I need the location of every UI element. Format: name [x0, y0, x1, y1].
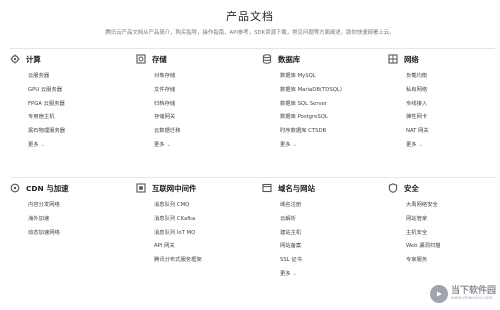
doc-link[interactable]: 数据库 MySQL [280, 72, 388, 86]
doc-link[interactable]: SSL 证书 [280, 256, 388, 270]
middleware-icon [136, 183, 146, 193]
more-label: 更多 [280, 270, 291, 277]
doc-link[interactable]: Web 漏洞扫描 [406, 242, 495, 256]
doc-link[interactable]: 云解析 [280, 215, 388, 229]
category-title[interactable]: CDN 与加速 [26, 183, 69, 194]
doc-link[interactable]: 腾讯分布式服务框架 [154, 256, 262, 270]
cdn-icon [10, 183, 20, 193]
chevron-down-icon: ⌄ [418, 141, 423, 148]
doc-link[interactable]: 数据库 MariaDB(TDSQL) [280, 86, 388, 100]
doc-link[interactable]: 对象存储 [154, 72, 262, 86]
category-middleware: 互联网中间件 消息队列 CMQ 消息队列 CKafka 消息队列 IoT MQ … [136, 177, 262, 310]
doc-link[interactable]: 大禹网络安全 [406, 201, 495, 215]
watermark-url: www.downxia.com [450, 296, 493, 301]
doc-link[interactable]: 专用宿主机 [28, 113, 136, 127]
doc-link[interactable]: 网站备案 [280, 242, 388, 256]
database-icon [262, 54, 272, 64]
doc-link[interactable]: 时序数据库 CTSDB [280, 127, 388, 141]
doc-link[interactable]: 专线接入 [406, 100, 495, 114]
category-network: 网络 负载均衡 私有网络 专线接入 弹性网卡 NAT 网关 更多 ⌄ [388, 48, 495, 177]
product-categories-grid: 计算 云服务器 GPU 云服务器 FPGA 云服务器 专用宿主机 黑石物理服务器… [10, 48, 495, 310]
doc-link[interactable]: 消息队列 IoT MQ [154, 229, 262, 243]
chevron-down-icon: ⌄ [292, 141, 297, 148]
watermark-title: 当下软件园 [450, 286, 496, 296]
doc-link[interactable]: 归档存储 [154, 100, 262, 114]
watermark: 当下软件园 www.downxia.com [406, 281, 496, 307]
page-title: 产品文档 [226, 10, 274, 23]
network-icon [388, 54, 398, 64]
category-storage: 存储 对象存储 文件存储 归档存储 存储网关 云数据迁移 更多 ⌄ [136, 48, 262, 177]
doc-link[interactable]: 主机安全 [406, 229, 495, 243]
settings-icon [10, 54, 20, 64]
category-domain: 域名与网站 域名注册 云解析 建站主机 网站备案 SSL 证书 更多 ⌄ [262, 177, 388, 310]
more-link[interactable]: 更多 ⌄ [280, 141, 388, 151]
doc-link[interactable]: 云服务器 [28, 72, 136, 86]
doc-link[interactable]: NAT 网关 [406, 127, 495, 141]
more-label: 更多 [406, 141, 417, 148]
category-cdn: CDN 与加速 内容分发网络 海外加速 动态加速网络 [10, 177, 136, 310]
doc-link[interactable]: 云数据迁移 [154, 127, 262, 141]
doc-link[interactable]: 负载均衡 [406, 72, 495, 86]
more-link[interactable]: 更多 ⌄ [280, 270, 388, 280]
more-link[interactable]: 更多 ⌄ [406, 141, 495, 151]
category-title[interactable]: 网络 [404, 54, 419, 65]
doc-link[interactable]: 文件存储 [154, 86, 262, 100]
gear-box-icon [136, 54, 146, 64]
doc-link[interactable]: 私有网络 [406, 86, 495, 100]
domain-icon [262, 183, 272, 193]
chevron-down-icon: ⌄ [166, 141, 171, 148]
category-title[interactable]: 数据库 [278, 54, 300, 65]
category-title[interactable]: 域名与网站 [278, 183, 315, 194]
more-label: 更多 [28, 141, 39, 148]
more-link[interactable]: 更多 ⌄ [28, 141, 136, 151]
doc-link[interactable]: 域名注册 [280, 201, 388, 215]
doc-link[interactable]: 数据库 PostgreSQL [280, 113, 388, 127]
category-database: 数据库 数据库 MySQL 数据库 MariaDB(TDSQL) 数据库 SQL… [262, 48, 388, 177]
watermark-logo-icon [429, 285, 448, 303]
doc-link[interactable]: 海外加速 [28, 215, 136, 229]
doc-link[interactable]: 存储网关 [154, 113, 262, 127]
more-label: 更多 [154, 141, 165, 148]
doc-link[interactable]: 动态加速网络 [28, 229, 136, 243]
more-link[interactable]: 更多 ⌄ [154, 141, 262, 151]
category-title[interactable]: 计算 [26, 54, 41, 65]
category-title[interactable]: 互联网中间件 [152, 183, 196, 194]
doc-link[interactable]: 数据库 SQL Server [280, 100, 388, 114]
doc-link[interactable]: 消息队列 CKafka [154, 215, 262, 229]
doc-link[interactable]: FPGA 云服务器 [28, 100, 136, 114]
chevron-down-icon: ⌄ [292, 270, 297, 277]
more-label: 更多 [280, 141, 291, 148]
category-title[interactable]: 存储 [152, 54, 167, 65]
chevron-down-icon: ⌄ [40, 141, 45, 148]
doc-link[interactable]: 专家服务 [406, 256, 495, 270]
doc-link[interactable]: 弹性网卡 [406, 113, 495, 127]
category-title[interactable]: 安全 [404, 183, 419, 194]
doc-link[interactable]: API 网关 [154, 242, 262, 256]
doc-link[interactable]: GPU 云服务器 [28, 86, 136, 100]
doc-link[interactable]: 网站管家 [406, 215, 495, 229]
doc-link[interactable]: 消息队列 CMQ [154, 201, 262, 215]
category-compute: 计算 云服务器 GPU 云服务器 FPGA 云服务器 专用宿主机 黑石物理服务器… [10, 48, 136, 177]
doc-link[interactable]: 黑石物理服务器 [28, 127, 136, 141]
page-subtitle: 腾讯云产品文档从产品简介，购买指导，操作指南，API参考，SDK资源下载，常见问… [105, 30, 395, 36]
doc-link[interactable]: 内容分发网络 [28, 201, 136, 215]
shield-icon [388, 183, 398, 193]
doc-link[interactable]: 建站主机 [280, 229, 388, 243]
